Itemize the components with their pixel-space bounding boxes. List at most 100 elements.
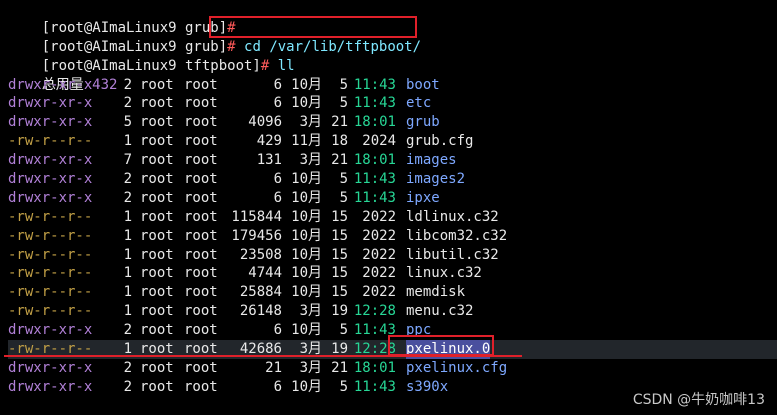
group: root [184, 189, 218, 206]
link-count: 2 [123, 378, 132, 395]
terminal-line-3: [root@AImaLinux9 tftpboot]# ll [8, 38, 777, 74]
file-name: etc [406, 95, 432, 112]
group: root [184, 152, 218, 169]
watermark: CSDN @牛奶咖啡13 [632, 392, 765, 408]
file-name: menu.c32 [406, 303, 474, 320]
group: root [184, 76, 218, 93]
link-count: 2 [123, 322, 132, 339]
annotation-box-filename [388, 335, 494, 356]
file-size: 6 [273, 378, 282, 395]
owner: root [140, 133, 174, 150]
month: 10月 [291, 378, 322, 395]
month: 10月 [291, 246, 322, 263]
file-name: images2 [406, 171, 466, 188]
file-name: ldlinux.c32 [406, 208, 499, 225]
terminal-window[interactable]: [root@AImaLinux9 grub]# [root@AImaLinux9… [0, 0, 777, 415]
link-count: 1 [123, 284, 132, 301]
file-size: 115844 [231, 208, 282, 225]
day: 15 [331, 227, 348, 244]
time: 18:01 [353, 152, 396, 169]
group: root [184, 246, 218, 263]
group: root [184, 265, 218, 282]
file-name: s390x [406, 378, 449, 395]
owner: root [140, 189, 174, 206]
file-name: memdisk [406, 284, 466, 301]
day: 21 [331, 152, 348, 169]
file-row: drwxr-xr-x 2 root root 21 3月 21 18:01 pxelinux.c… [8, 359, 777, 378]
file-row: -rw-r--r-- 1 root root 25884 10月 15 2022 memdisk [8, 283, 777, 302]
file-size: 6 [273, 76, 282, 93]
permissions: drwxr-xr-x [8, 171, 93, 188]
link-count: 2 [123, 76, 132, 93]
time: 11:43 [353, 95, 396, 112]
group: root [184, 303, 218, 320]
file-row: -rw-r--r-- 1 root root 26148 3月 19 12:28 menu.c3… [8, 302, 777, 321]
annotation-underline-row [4, 355, 522, 357]
day: 5 [339, 322, 348, 339]
owner: root [140, 284, 174, 301]
file-size: 6 [273, 95, 282, 112]
file-name: libcom32.c32 [406, 227, 508, 244]
permissions: drwxr-xr-x [8, 322, 93, 339]
month: 3月 [299, 359, 322, 376]
file-size: 6 [273, 189, 282, 206]
owner: root [140, 114, 174, 131]
file-row: drwxr-xr-x 2 root root 6 10月 5 11:43 ipxe [8, 189, 777, 208]
time: 12:28 [353, 303, 396, 320]
day: 19 [331, 303, 348, 320]
total-line: 总用量 432 [8, 57, 777, 93]
month: 3月 [299, 303, 322, 320]
month: 10月 [291, 208, 322, 225]
group: root [184, 359, 218, 376]
file-size: 4744 [248, 265, 282, 282]
month: 10月 [291, 95, 322, 112]
file-row: -rw-r--r-- 1 root root 179456 10月 15 2022 libcom… [8, 227, 777, 246]
owner: root [140, 208, 174, 225]
link-count: 1 [123, 227, 132, 244]
owner: root [140, 246, 174, 263]
file-name: boot [406, 76, 440, 93]
link-count: 2 [123, 359, 132, 376]
permissions: drwxr-xr-x [8, 95, 93, 112]
time: 2024 [362, 133, 396, 150]
month: 10月 [291, 189, 322, 206]
file-size: 6 [273, 322, 282, 339]
file-name: grub.cfg [406, 133, 474, 150]
file-row: drwxr-xr-x 2 root root 6 10月 5 11:43 boot [8, 76, 777, 95]
day: 15 [331, 208, 348, 225]
time: 2022 [362, 246, 396, 263]
file-size: 429 [256, 133, 282, 150]
file-size: 131 [256, 152, 282, 169]
month: 10月 [291, 76, 322, 93]
file-size: 179456 [231, 227, 282, 244]
file-name: images [406, 152, 457, 169]
month: 3月 [299, 114, 322, 131]
day: 5 [339, 189, 348, 206]
owner: root [140, 303, 174, 320]
time: 2022 [362, 265, 396, 282]
file-size: 4096 [248, 114, 282, 131]
link-count: 2 [123, 189, 132, 206]
day: 21 [331, 114, 348, 131]
group: root [184, 227, 218, 244]
file-size: 25884 [239, 284, 282, 301]
link-count: 1 [123, 246, 132, 263]
time: 18:01 [353, 359, 396, 376]
file-name: linux.c32 [406, 265, 482, 282]
file-row: drwxr-xr-x 7 root root 131 3月 21 18:01 images [8, 151, 777, 170]
file-row: drwxr-xr-x 2 root root 6 10月 5 11:43 etc [8, 94, 777, 113]
permissions: -rw-r--r-- [8, 227, 93, 244]
day: 5 [339, 171, 348, 188]
time: 2022 [362, 208, 396, 225]
permissions: drwxr-xr-x [8, 359, 93, 376]
file-row: -rw-r--r-- 1 root root 429 11月 18 2024 grub.cfg [8, 132, 777, 151]
owner: root [140, 227, 174, 244]
group: root [184, 378, 218, 395]
file-name: libutil.c32 [406, 246, 499, 263]
permissions: drwxr-xr-x [8, 378, 93, 395]
month: 10月 [291, 322, 322, 339]
permissions: -rw-r--r-- [8, 133, 93, 150]
annotation-box-command [209, 16, 417, 38]
owner: root [140, 378, 174, 395]
time: 11:43 [353, 189, 396, 206]
